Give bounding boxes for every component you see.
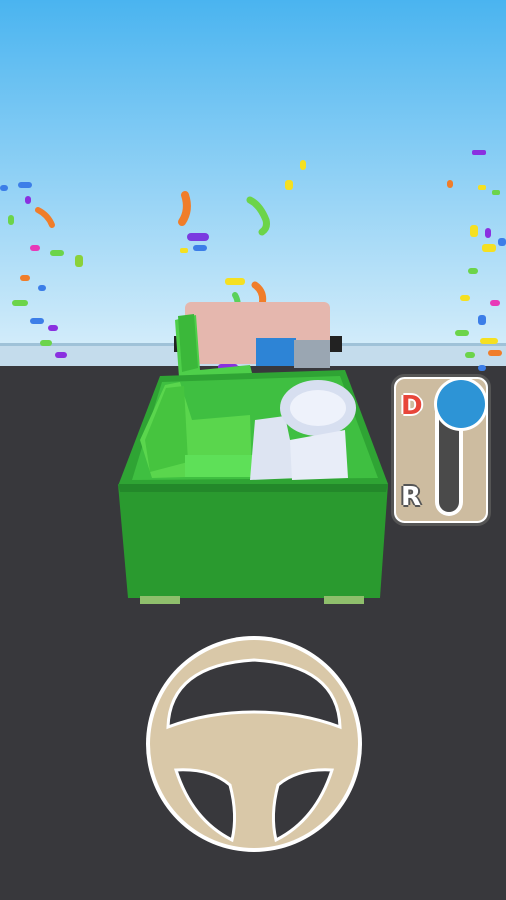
- steering-wheel[interactable]: [146, 636, 362, 852]
- gear-drive-label[interactable]: D: [401, 391, 423, 421]
- sky: [0, 0, 506, 345]
- gear-knob-inner: [437, 380, 485, 428]
- truck-bed: [118, 484, 388, 598]
- gear-reverse-label[interactable]: R: [401, 482, 421, 512]
- gear-shifter[interactable]: D R: [391, 374, 491, 526]
